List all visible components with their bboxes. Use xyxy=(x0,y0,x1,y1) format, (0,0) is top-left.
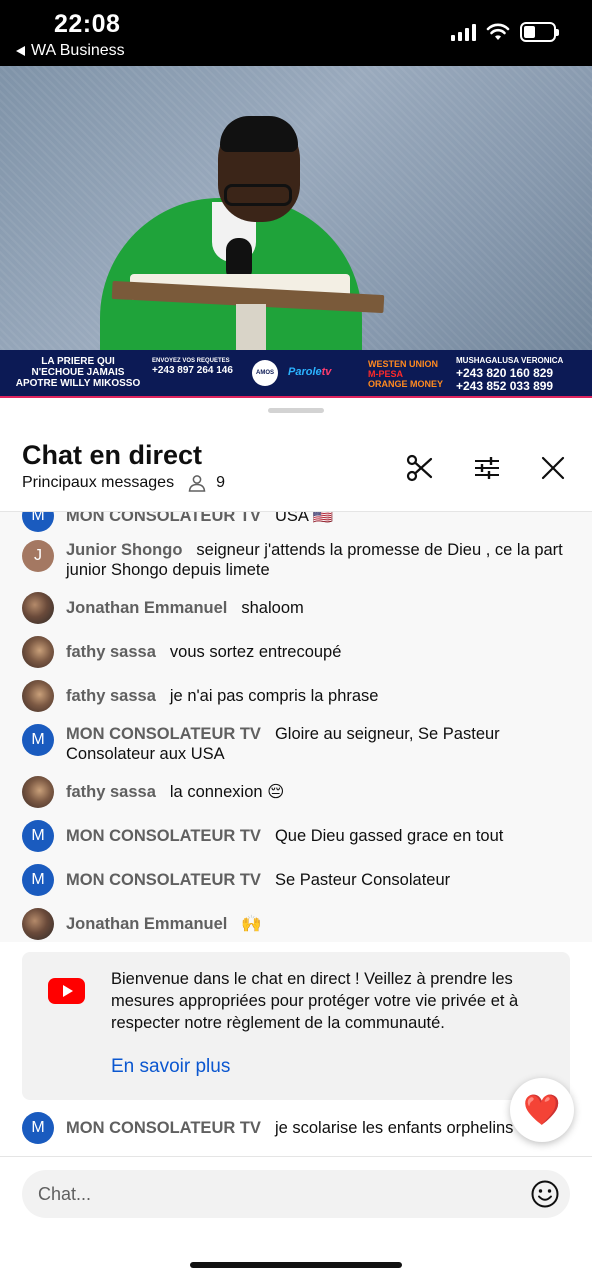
viewer-count: 9 xyxy=(188,474,225,492)
amos-logo: AMOS xyxy=(252,360,278,386)
message-text: shaloom xyxy=(241,599,304,617)
chat-message[interactable]: Jonathan Emmanuel shaloom xyxy=(22,592,578,624)
scissors-icon xyxy=(406,454,433,482)
message-author: fathy sassa xyxy=(66,643,156,661)
message-text: la connexion 😔 xyxy=(169,783,285,801)
chat-message[interactable]: Jonathan Emmanuel 🙌 xyxy=(22,908,578,940)
avatar[interactable] xyxy=(22,592,54,624)
orange-money-label: ORANGE MONEY xyxy=(368,379,444,389)
avatar[interactable] xyxy=(22,776,54,808)
chat-filter-label: Principaux messages xyxy=(22,474,175,491)
chat-message[interactable]: fathy sassa vous sortez entrecoupé xyxy=(22,636,578,668)
contact-number-2: +243 852 033 899 xyxy=(456,379,554,393)
chat-message[interactable]: fathy sassa la connexion 😔 xyxy=(22,776,578,808)
message-text: 🙌 xyxy=(241,915,262,933)
message-author: MON CONSOLATEUR TV xyxy=(66,871,261,889)
youtube-logo-icon xyxy=(48,978,85,1004)
status-icons xyxy=(451,22,559,42)
home-indicator[interactable] xyxy=(190,1262,402,1268)
message-author: MON CONSOLATEUR TV xyxy=(66,725,261,743)
avatar[interactable] xyxy=(22,908,54,940)
back-app-label: WA Business xyxy=(31,42,125,59)
avatar[interactable]: M xyxy=(22,724,54,756)
banner-title-line2: N'ECHOUE JAMAIS xyxy=(31,367,125,378)
banner-program-title: LA PRIERE QUI N'ECHOUE JAMAIS APOTRE WIL… xyxy=(10,356,146,389)
chat-message[interactable]: M MON CONSOLATEUR TV Se Pasteur Consolate… xyxy=(22,864,578,896)
western-union-label: WESTEN UNION xyxy=(368,359,439,369)
message-author: fathy sassa xyxy=(66,783,156,801)
heart-icon: ❤️ xyxy=(523,1093,561,1127)
message-author: MON CONSOLATEUR TV xyxy=(66,512,261,525)
banner-title-line1: LA PRIERE QUI xyxy=(41,356,115,367)
cellular-signal-icon xyxy=(451,23,476,41)
message-text: USA 🇺🇸 xyxy=(274,512,334,525)
glasses xyxy=(224,184,292,206)
message-author: Jonathan Emmanuel xyxy=(66,915,228,933)
mpesa-label: M-PESA xyxy=(368,369,404,379)
preacher-hair xyxy=(220,116,298,152)
message-author: MON CONSOLATEUR TV xyxy=(66,1119,261,1137)
logo-word-parole: Parole xyxy=(288,366,322,378)
status-bar: 22:08 WA Business xyxy=(0,0,592,66)
avatar[interactable] xyxy=(22,680,54,712)
message-text: vous sortez entrecoupé xyxy=(169,643,342,661)
chat-welcome-notice: Bienvenue dans le chat en direct ! Veill… xyxy=(22,952,570,1100)
back-to-app-link[interactable]: WA Business xyxy=(16,42,125,60)
video-banner: LA PRIERE QUI N'ECHOUE JAMAIS APOTRE WIL… xyxy=(0,350,592,396)
wifi-icon xyxy=(486,23,510,40)
welcome-notice-text: Bienvenue dans le chat en direct ! Veill… xyxy=(111,970,519,1032)
message-author: Junior Shongo xyxy=(66,541,183,559)
message-author: Jonathan Emmanuel xyxy=(66,599,228,617)
status-time: 22:08 xyxy=(54,10,121,38)
avatar[interactable]: J xyxy=(22,540,54,572)
banner-contact-numbers: MUSHAGALUSA VERONICA +243 820 160 829 +2… xyxy=(456,354,563,393)
message-text: je scolarise les enfants orphelins xyxy=(274,1119,514,1137)
message-text: Que Dieu gassed grace en tout xyxy=(274,827,504,845)
requests-label: ENVOYEZ VOS REQUETES xyxy=(152,358,230,364)
avatar[interactable]: M xyxy=(22,1112,54,1144)
close-chat-button[interactable] xyxy=(535,450,571,486)
sheet-grabber-handle[interactable] xyxy=(268,408,324,413)
chat-message[interactable]: M MON CONSOLATEUR TV Gloire au seigneur, … xyxy=(22,724,578,764)
chat-message-list[interactable]: M MON CONSOLATEUR TV USA 🇺🇸 J Junior Shon… xyxy=(0,512,592,942)
battery-icon xyxy=(520,22,559,42)
chat-message[interactable]: M MON CONSOLATEUR TV USA 🇺🇸 xyxy=(22,512,578,532)
chat-message[interactable]: J Junior Shongo seigneur j'attends la pro… xyxy=(22,540,578,580)
chat-message[interactable]: fathy sassa je n'ai pas compris la phrase xyxy=(22,680,578,712)
person-icon xyxy=(188,475,206,492)
chat-input-field[interactable] xyxy=(22,1170,570,1218)
emoji-icon[interactable] xyxy=(530,1179,560,1209)
avatar[interactable]: M xyxy=(22,512,54,532)
banner-payment-methods: WESTEN UNION M-PESA ORANGE MONEY xyxy=(368,359,443,389)
message-text: je n'ai pas compris la phrase xyxy=(169,687,379,705)
avatar[interactable]: M xyxy=(22,864,54,896)
parole-tv-logo: Paroletv xyxy=(288,366,331,378)
live-video-player[interactable]: LA PRIERE QUI N'ECHOUE JAMAIS APOTRE WIL… xyxy=(0,66,592,398)
chat-title: Chat en direct xyxy=(22,440,203,470)
sliders-icon xyxy=(475,457,499,479)
message-author: fathy sassa xyxy=(66,687,156,705)
message-author: MON CONSOLATEUR TV xyxy=(66,827,261,845)
chat-message[interactable]: M MON CONSOLATEUR TV je scolarise les enf… xyxy=(22,1112,542,1144)
message-text: Se Pasteur Consolateur xyxy=(274,871,451,889)
viewer-count-value: 9 xyxy=(216,474,225,491)
logo-word-tv: tv xyxy=(321,366,332,378)
live-chat-sheet: Chat en direct Principaux messages 9 M M… xyxy=(0,398,592,1280)
banner-title-line3: APOTRE WILLY MIKOSSO xyxy=(15,378,141,389)
avatar[interactable]: M xyxy=(22,820,54,852)
heart-reaction-button[interactable]: ❤️ xyxy=(510,1078,574,1142)
banner-requests: ENVOYEZ VOS REQUETES +243 897 264 146 xyxy=(152,358,233,376)
chat-filter-selector[interactable]: Principaux messages 9 xyxy=(22,474,225,492)
close-icon xyxy=(541,456,565,480)
learn-more-link[interactable]: En savoir plus xyxy=(111,1056,230,1078)
avatar[interactable] xyxy=(22,636,54,668)
requests-number: +243 897 264 146 xyxy=(152,365,233,376)
input-divider xyxy=(0,1156,592,1157)
chat-settings-button[interactable] xyxy=(469,450,505,486)
clip-button[interactable] xyxy=(402,450,438,486)
back-triangle-icon xyxy=(16,46,25,56)
chat-message[interactable]: M MON CONSOLATEUR TV Que Dieu gassed grac… xyxy=(22,820,578,852)
chat-input[interactable] xyxy=(38,1170,508,1218)
